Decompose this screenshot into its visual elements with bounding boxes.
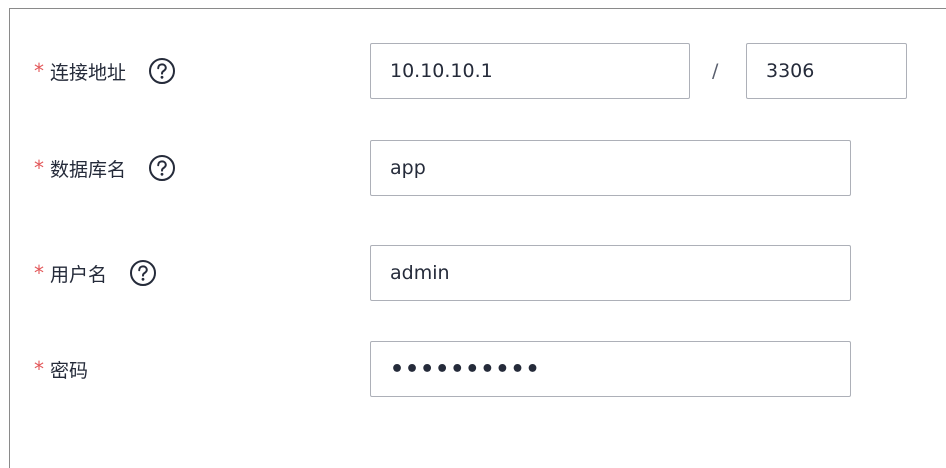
password-label: 密码 <box>50 359 89 382</box>
host-port-separator: / <box>712 60 719 82</box>
connection-address-label: 连接地址 <box>50 61 127 84</box>
username-row: * 用户名 admin <box>10 245 946 301</box>
required-marker: * <box>34 156 44 180</box>
database-name-row: * 数据库名 app <box>10 140 946 196</box>
username-label-group: * 用户名 <box>34 245 157 301</box>
password-label-group: * 密码 <box>34 341 88 397</box>
required-marker: * <box>34 59 44 83</box>
connection-address-row: * 连接地址 10.10.10.1 / 3306 <box>10 43 946 99</box>
port-input[interactable]: 3306 <box>746 43 907 99</box>
username-label: 用户名 <box>50 263 108 286</box>
question-circle-icon[interactable] <box>129 259 157 287</box>
connection-address-label-group: * 连接地址 <box>34 43 176 99</box>
database-connection-form: * 连接地址 10.10.10.1 / 3306 * 数据库名 app * 用户… <box>9 8 946 468</box>
database-name-input[interactable]: app <box>370 140 851 196</box>
database-name-label: 数据库名 <box>50 158 127 181</box>
required-marker: * <box>34 357 44 381</box>
username-input[interactable]: admin <box>370 245 851 301</box>
host-input[interactable]: 10.10.10.1 <box>370 43 690 99</box>
database-name-label-group: * 数据库名 <box>34 140 176 196</box>
password-input[interactable]: •••••••••• <box>370 341 851 397</box>
password-row: * 密码 •••••••••• <box>10 341 946 397</box>
question-circle-icon[interactable] <box>148 57 176 85</box>
required-marker: * <box>34 261 44 285</box>
question-circle-icon[interactable] <box>148 154 176 182</box>
